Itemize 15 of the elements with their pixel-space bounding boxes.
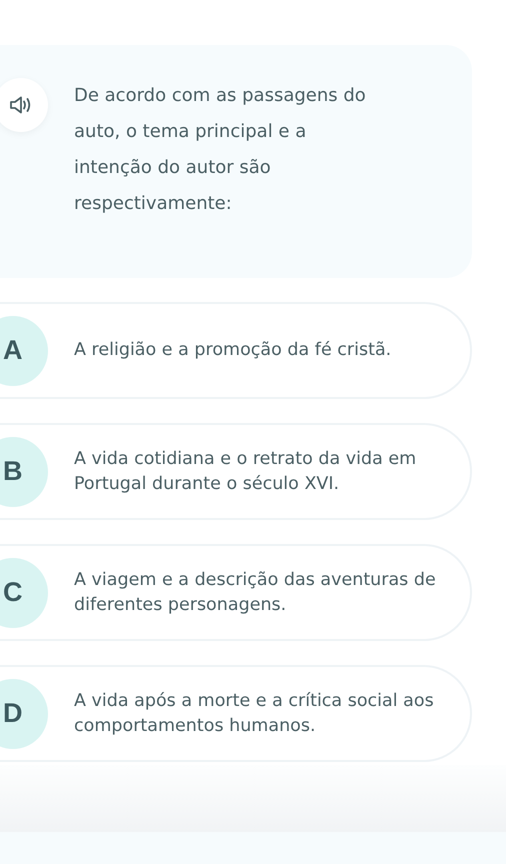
option-letter: C: [0, 558, 48, 628]
answer-option[interactable]: D A vida após a morte e a crítica social aos comportamentos humanos.: [0, 665, 472, 762]
option-text: A vida cotidiana e o retrato da vida em Portugal durante o século XVI.: [74, 448, 418, 496]
speaker-button[interactable]: [0, 78, 48, 132]
option-text: A vida após a morte e a crítica social aos comportamentos humanos.: [74, 690, 435, 738]
answer-option[interactable]: B A vida cotidiana e o retrato da vida em Portugal durante o século XVI.: [0, 423, 472, 520]
option-text: A viagem e a descrição das aventuras de diferentes personagens.: [74, 568, 437, 616]
answer-option[interactable]: C A viagem e a descrição das aventuras de diferentes personagens.: [0, 544, 472, 641]
option-text: A religião e a promoção da fé cristã.: [74, 339, 392, 362]
option-letter: A: [0, 316, 48, 386]
speaker-icon: [10, 96, 32, 114]
option-letter: D: [0, 678, 48, 748]
answer-option[interactable]: A A religião e a promoção da fé cristã.: [0, 302, 472, 399]
option-letter: B: [0, 436, 48, 506]
question-text: De acordo com as passagens do auto, o tema principal e a intenção do autor são respectivamente:: [74, 84, 367, 216]
